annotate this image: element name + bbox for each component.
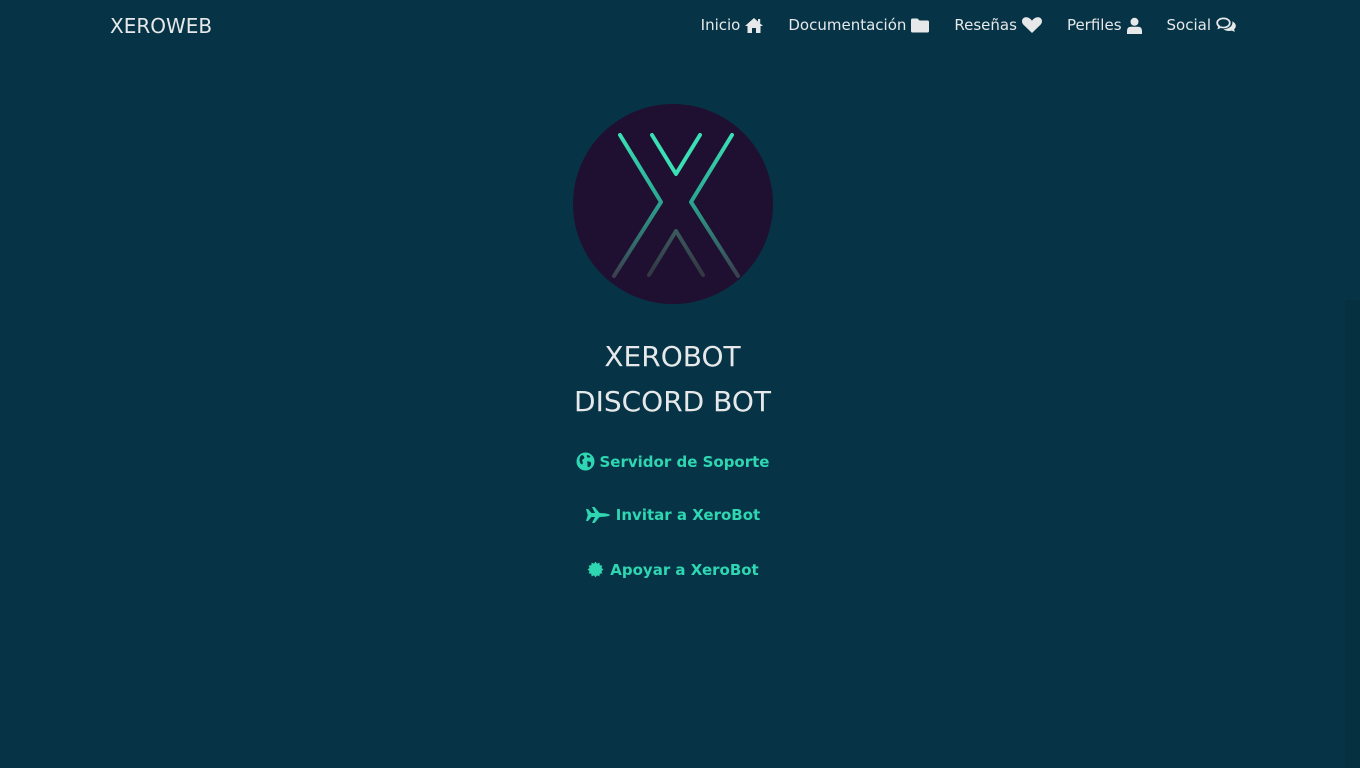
support-bot-link[interactable]: Apoyar a XeroBot [0,560,1345,579]
xerobot-logo [573,104,773,304]
nav-item-documentacion[interactable]: Documentación [788,16,930,34]
nav-menu: Inicio Documentación Reseñas Perfiles So… [677,16,1237,34]
nav-item-label: Perfiles [1066,16,1122,34]
folder-icon [911,18,930,32]
badge-icon [587,561,604,578]
vertical-scrollbar[interactable] [1345,0,1360,768]
home-icon [745,17,764,33]
nav-item-social[interactable]: Social [1167,16,1237,34]
heart-icon [1021,17,1042,33]
support-server-link[interactable]: Servidor de Soporte [0,452,1345,471]
scrollbar-thumb[interactable] [1345,300,1360,768]
nav-item-perfiles[interactable]: Perfiles [1067,16,1143,34]
nav-item-label: Documentación [788,16,907,34]
hero-title-line2: DISCORD BOT [574,385,771,418]
page: XEROWEB Inicio Documentación Reseñas Per… [0,0,1345,768]
invite-label: Invitar a XeroBot [615,506,761,524]
fighter-jet-icon [585,507,610,523]
user-icon [1126,17,1142,34]
brand-link[interactable]: XEROWEB [110,14,212,38]
support-bot-label: Apoyar a XeroBot [610,560,759,579]
invite-link[interactable]: Invitar a XeroBot [0,506,1345,524]
nav-item-label: Inicio [700,16,741,34]
nav-item-resenas[interactable]: Reseñas [954,16,1043,34]
hero-title-line1: XEROBOT [604,340,741,373]
navbar: XEROWEB Inicio Documentación Reseñas Per… [0,0,1345,56]
support-server-label: Servidor de Soporte [599,452,770,471]
nav-item-label: Reseñas [954,16,1017,34]
comments-icon [1216,17,1236,32]
nav-item-inicio[interactable]: Inicio [701,16,765,34]
nav-item-label: Social [1166,16,1211,34]
globe-icon [576,452,594,471]
